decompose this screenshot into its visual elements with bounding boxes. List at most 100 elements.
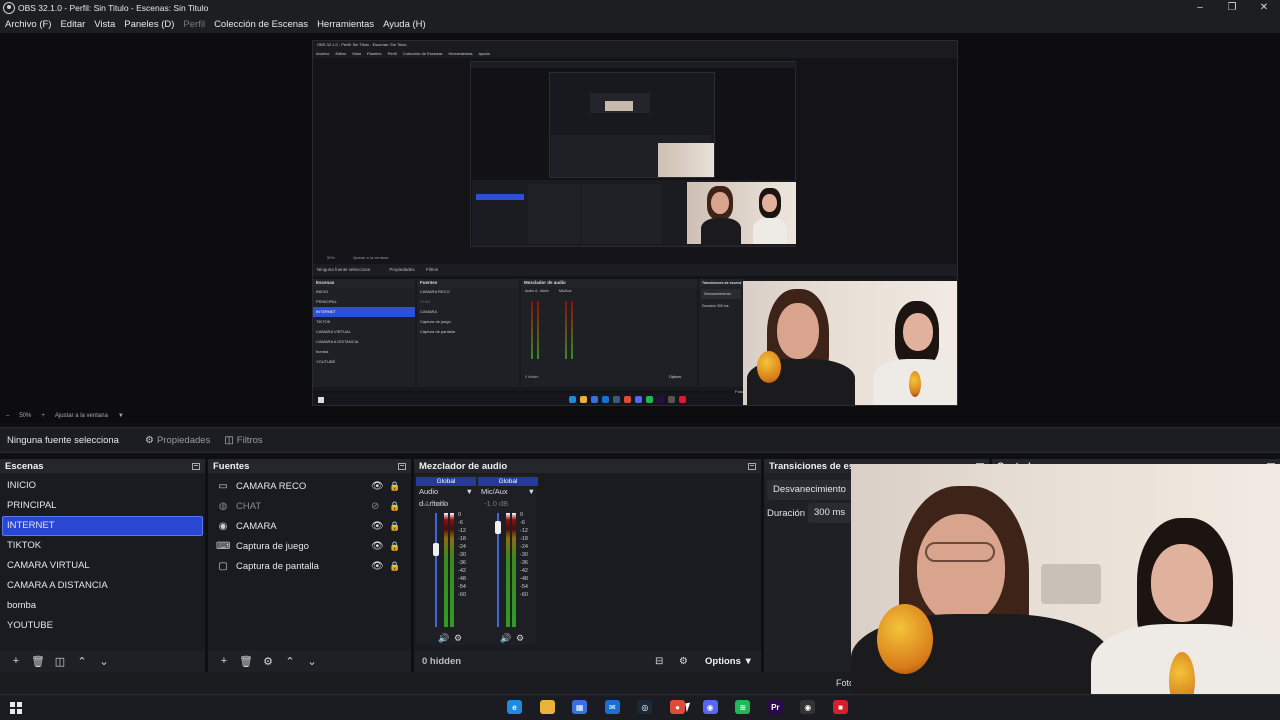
spotify-icon[interactable]: ≋: [735, 700, 751, 714]
scene-item-principal[interactable]: PRINCIPAL: [0, 496, 205, 516]
file-explorer-icon[interactable]: [539, 700, 555, 714]
add-source-icon[interactable]: +: [213, 655, 235, 667]
nested-scene-item: CAMARA A DISTANCIA: [316, 339, 359, 344]
close-button[interactable]: ✕: [1248, 0, 1280, 15]
program-preview[interactable]: OBS 32.1.0 - Perfil: Sin Titulo - Escena…: [312, 40, 958, 406]
gear-icon[interactable]: ⚙: [454, 633, 462, 644]
source-label: CAMARA RECO: [236, 480, 307, 492]
chevron-down-icon: ▼: [527, 487, 535, 496]
webcam-photo: [851, 464, 1280, 720]
microsoft-store-icon[interactable]: ▦: [572, 700, 588, 714]
layout-icon[interactable]: ⊟: [655, 656, 663, 667]
zoom-fit-select[interactable]: Ajustar a la ventana: [55, 413, 108, 419]
mixer-options-button[interactable]: Options ▼: [705, 656, 753, 667]
scene-item-internet[interactable]: INTERNET: [2, 516, 203, 536]
title-bar: OBS 32.1.0 - Perfil: Sin Titulo - Escena…: [0, 0, 1280, 15]
menu-perfil[interactable]: Perfil: [180, 19, 208, 30]
nested-meter: [537, 301, 539, 359]
source-item-captura-de-juego[interactable]: ⌨ Captura de juego 👁 🔒: [208, 536, 411, 556]
menu-coleccion-escenas[interactable]: Colección de Escenas: [211, 19, 311, 30]
undock-icon[interactable]: [748, 462, 756, 470]
steam-icon[interactable]: ◎: [637, 700, 653, 714]
zoom-out-button[interactable]: –: [6, 413, 9, 419]
menu-herramientas[interactable]: Herramientas: [314, 19, 377, 30]
eye-icon[interactable]: 👁: [371, 521, 384, 532]
obs-icon[interactable]: ◉: [800, 700, 816, 714]
volume-fader-track[interactable]: [435, 513, 437, 627]
menu-editar[interactable]: Editar: [57, 19, 88, 30]
nested-title-bar: OBS 32.1.0 - Perfil: Sin Titulo - Escena…: [313, 41, 957, 49]
settings-icon[interactable]: ⚙: [679, 656, 688, 667]
source-item-captura-de-pantalla[interactable]: ▢ Captura de pantalla 👁 🔒: [208, 556, 411, 576]
scene-item-camara-a-distancia[interactable]: CAMARA A DISTANCIA: [0, 576, 205, 596]
edge-icon[interactable]: e: [507, 700, 522, 714]
properties-button[interactable]: ⚙ Propiedades: [145, 435, 210, 446]
move-up-icon[interactable]: ⌃: [279, 655, 301, 668]
undock-icon[interactable]: [398, 462, 406, 470]
lock-icon[interactable]: 🔒: [389, 561, 400, 572]
move-down-icon[interactable]: ⌄: [93, 655, 115, 668]
scene-item-tiktok[interactable]: TIKTOK: [0, 536, 205, 556]
scene-item-camara-virtual[interactable]: CAMARA VIRTUAL: [0, 556, 205, 576]
remove-scene-icon[interactable]: 🗑: [27, 655, 49, 668]
source-item-camara[interactable]: ◉ CAMARA 👁 🔒: [208, 516, 411, 536]
mixer-options-label: Options: [705, 655, 741, 667]
nested-source-item: CAMARA: [420, 309, 438, 314]
minimize-button[interactable]: –: [1184, 0, 1216, 15]
remove-source-icon[interactable]: 🗑: [235, 655, 257, 668]
eye-icon[interactable]: 👁: [371, 541, 384, 552]
source-item-camara-reco[interactable]: ▭ CAMARA RECO 👁 🔒: [208, 476, 411, 496]
menu-ayuda[interactable]: Ayuda (H): [380, 19, 429, 30]
scene-item-youtube[interactable]: YOUTUBE: [0, 616, 205, 636]
nested-scene-item: bomba: [316, 349, 329, 354]
mixer-title: Mezclador de audio: [419, 460, 508, 472]
lock-icon[interactable]: 🔒: [389, 501, 400, 512]
nested-level2-mixer: [582, 184, 662, 244]
lock-icon[interactable]: 🔒: [389, 521, 400, 532]
nested-mixer-channel: Audio d...ritorio: [525, 289, 549, 293]
source-label: CAMARA: [236, 520, 277, 532]
channel-name-select[interactable]: Mic/Aux ▼: [478, 486, 538, 498]
windows-start-icon[interactable]: [10, 702, 22, 714]
maximize-button[interactable]: ❐: [1216, 0, 1248, 15]
chrome-icon[interactable]: ●: [670, 700, 685, 714]
transition-select[interactable]: Desvanecimiento: [767, 480, 857, 500]
source-item-chat[interactable]: ◍ CHAT ⊘ 🔒: [208, 496, 411, 516]
menu-vista[interactable]: Vista: [91, 19, 118, 30]
duration-input[interactable]: 300 ms: [808, 503, 856, 523]
zoom-in-button[interactable]: +: [41, 413, 45, 419]
scene-item-bomba[interactable]: bomba: [0, 596, 205, 616]
speaker-icon[interactable]: 🔊: [500, 633, 511, 644]
eye-hidden-icon[interactable]: ⊘: [371, 501, 379, 512]
filters-button[interactable]: ◫ Filtros: [224, 435, 262, 446]
mixer-header: Mezclador de audio: [414, 459, 761, 473]
lock-icon[interactable]: 🔒: [389, 481, 400, 492]
eye-icon[interactable]: 👁: [371, 561, 384, 572]
channel-name-select[interactable]: Audio d...ritorio ▼: [416, 486, 476, 508]
scene-filters-icon[interactable]: ◫: [49, 655, 71, 668]
discord-icon[interactable]: ◉: [702, 700, 718, 714]
nested-preview: [470, 61, 797, 247]
gear-icon[interactable]: ⚙: [516, 633, 524, 644]
volume-fader-knob[interactable]: [495, 521, 501, 534]
add-scene-icon[interactable]: +: [5, 655, 27, 667]
menu-paneles[interactable]: Paneles (D): [121, 19, 177, 30]
eye-icon[interactable]: 👁: [371, 481, 384, 492]
premiere-icon[interactable]: Pr: [767, 700, 783, 714]
outlook-icon[interactable]: ✉: [604, 700, 620, 714]
nested-duration-value: 300 ms: [717, 304, 729, 308]
scene-item-inicio[interactable]: INICIO: [0, 476, 205, 496]
global-badge: Global: [478, 477, 538, 486]
recording-app-icon[interactable]: ■: [833, 700, 848, 714]
move-down-icon[interactable]: ⌄: [301, 655, 323, 668]
speaker-icon[interactable]: 🔊: [438, 633, 449, 644]
undock-icon[interactable]: [192, 462, 200, 470]
menu-archivo[interactable]: Archivo (F): [2, 19, 54, 30]
nested-mixer-options: Options: [669, 375, 682, 379]
volume-fader-knob[interactable]: [433, 543, 439, 556]
nested-menu-item: Herramientas: [448, 51, 473, 56]
lock-icon[interactable]: 🔒: [389, 541, 400, 552]
source-properties-icon[interactable]: ⚙: [257, 655, 279, 668]
chevron-down-icon[interactable]: ▼: [118, 413, 124, 419]
move-up-icon[interactable]: ⌃: [71, 655, 93, 668]
